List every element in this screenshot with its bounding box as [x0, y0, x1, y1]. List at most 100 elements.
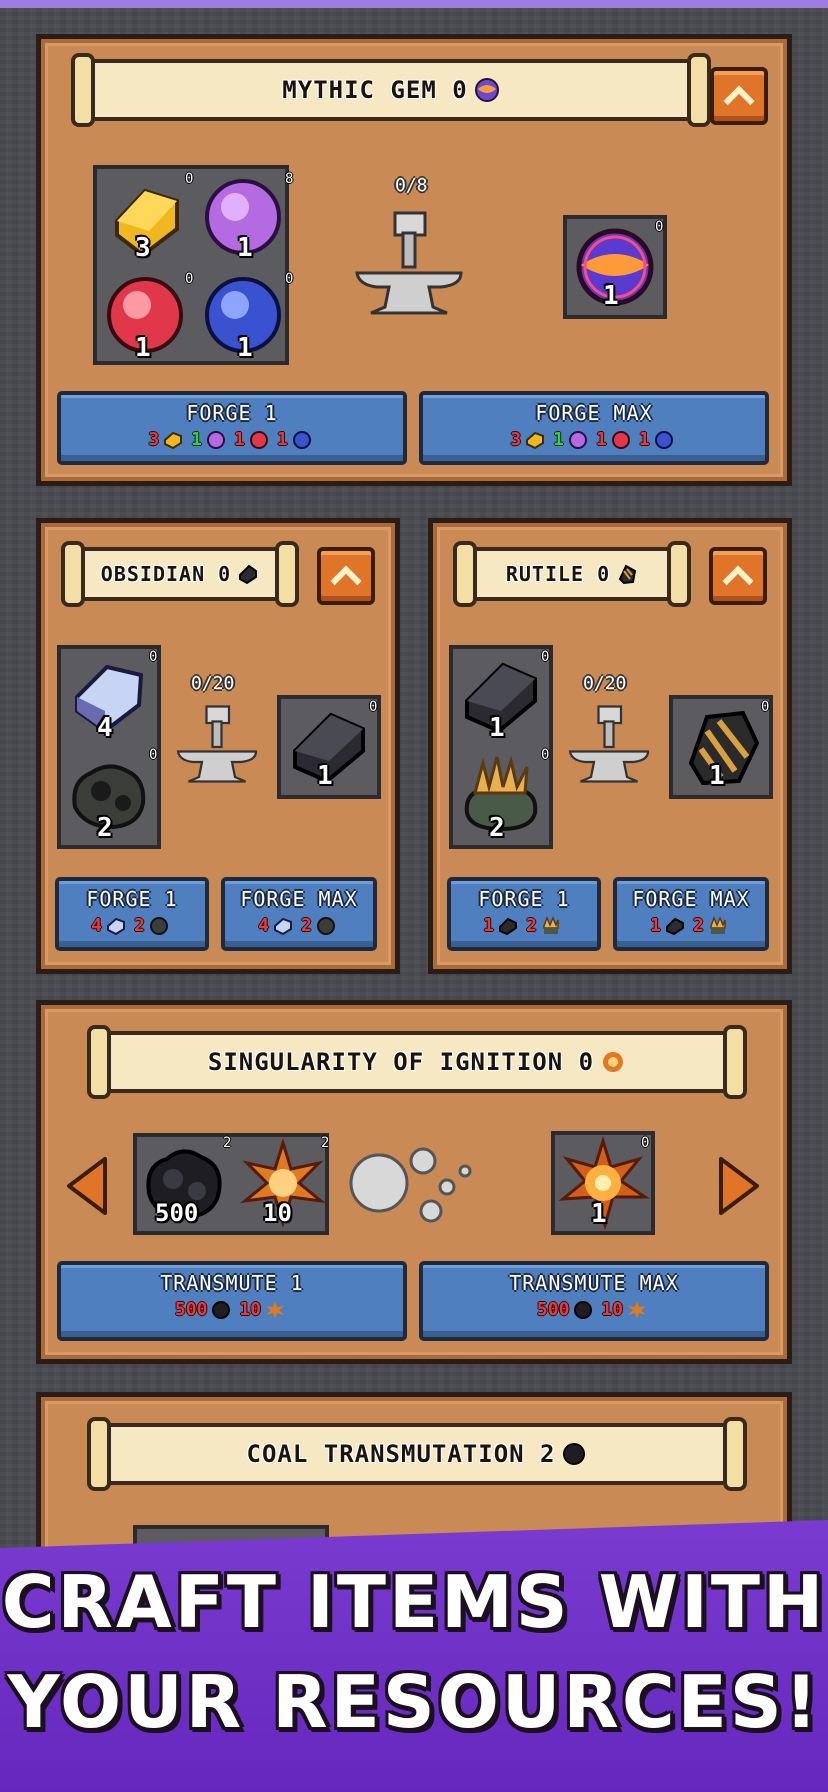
coal-ore-icon: [149, 916, 168, 935]
obsidian-icon: [666, 917, 684, 935]
obsidian-count: 0: [541, 649, 550, 665]
forge-1-label: FORGE 1: [478, 887, 570, 911]
cost-iron: 4: [91, 915, 102, 936]
forge-1-label: FORGE 1: [86, 887, 178, 911]
singularity-title: SINGULARITY OF IGNITION 0: [207, 1048, 595, 1076]
obsidian-progress: 0/20: [191, 673, 235, 694]
ember-qty: 10: [263, 1199, 292, 1227]
cost-coal-ore: 2: [134, 915, 145, 936]
obsidian-forge-max-button[interactable]: FORGE MAX 4 2: [221, 877, 377, 951]
previous-arrow-button[interactable]: [63, 1155, 109, 1217]
mythic-gem-icon: [474, 78, 499, 102]
obsidian-icon: [239, 564, 258, 585]
red-orb-icon: [249, 430, 268, 449]
coal-count: 2: [223, 1135, 232, 1151]
mythic-gem-title-scroll: MYTHIC GEM 0: [71, 53, 711, 127]
gold-ingot-icon: [164, 431, 183, 449]
obsidian-collapse-button[interactable]: [317, 547, 375, 605]
ignition-output-qty: 1: [591, 1199, 607, 1229]
transmute-max-label: TRANSMUTE MAX: [509, 1271, 679, 1295]
coal-title-scroll: COAL TRANSMUTATION 2: [87, 1417, 747, 1491]
next-arrow-button[interactable]: [717, 1155, 763, 1217]
transmute-1-label: TRANSMUTE 1: [160, 1271, 304, 1295]
coal-icon: [563, 1443, 586, 1465]
obsidian-qty: 1: [489, 713, 505, 743]
cost-blue: 1: [638, 429, 650, 450]
rutile-title: RUTILE 0: [505, 562, 611, 586]
rutile-title-scroll: RUTILE 0: [453, 541, 691, 607]
blue-orb-count: 0: [285, 271, 294, 287]
forge-1-cost: 1 2: [451, 915, 597, 936]
chevron-up-icon: [330, 565, 362, 597]
mythic-gem-panel: MYTHIC GEM 0 0 3 8 1 0 1 0 1 0/8 0 1 FOR…: [36, 34, 792, 486]
obsidian-panel: OBSIDIAN 0 0 4 0 2 0/20 0 1 FORGE 1 4 2 …: [36, 518, 400, 974]
chevron-up-icon: [723, 85, 755, 117]
mythic-forge-max-button[interactable]: FORGE MAX 3 1 1 1: [419, 391, 769, 465]
transmute-1-button[interactable]: TRANSMUTE 1 500 10: [57, 1261, 407, 1341]
chevron-up-icon: [722, 565, 754, 597]
red-orb-icon: [611, 430, 630, 449]
cost-red: 1: [596, 429, 607, 450]
cost-coal: 500: [536, 1299, 570, 1320]
cost-obsidian: 1: [483, 915, 494, 936]
iron-ingot-icon: [274, 917, 292, 935]
cost-obsidian: 1: [650, 915, 661, 936]
rutile-panel: RUTILE 0 0 1 0 2 0/20 0 1 FORGE 1 1 2 FO…: [428, 518, 792, 974]
transmute-max-button[interactable]: TRANSMUTE MAX 500 10: [419, 1261, 769, 1341]
blue-orb-icon: [292, 430, 311, 449]
mythic-collapse-button[interactable]: [710, 67, 768, 125]
coal-qty: 500: [155, 1199, 199, 1227]
coal-icon: [574, 1300, 593, 1319]
banner-line-1: CRAFT ITEMS WITH: [1, 1560, 827, 1644]
forge-max-cost: 4 2: [225, 915, 373, 936]
purple-orb-icon: [207, 430, 225, 449]
mythic-forge-1-button[interactable]: FORGE 1 3 1 1 1: [57, 391, 407, 465]
ignition-icon: [603, 1052, 624, 1072]
gold-ore-qty: 2: [489, 813, 505, 843]
gold-ingot-count: 0: [185, 171, 194, 187]
rutile-icon: [618, 564, 637, 585]
obsidian-output-qty: 1: [317, 761, 333, 791]
cost-ember: 10: [239, 1299, 262, 1320]
ember-count: 2: [321, 1135, 330, 1151]
cost-ember: 10: [601, 1299, 624, 1320]
rutile-collapse-button[interactable]: [709, 547, 767, 605]
purple-orb-count: 8: [285, 171, 294, 187]
cost-gold-ore: 2: [693, 915, 704, 936]
purple-orb-qty: 1: [237, 233, 253, 263]
anvil-icon: [568, 705, 650, 783]
rutile-progress: 0/20: [583, 673, 627, 694]
gold-ingot-icon: [526, 431, 545, 449]
gold-ingot-qty: 3: [135, 233, 151, 263]
cost-coal: 500: [174, 1299, 208, 1320]
rutile-forge-1-button[interactable]: FORGE 1 1 2: [447, 877, 601, 951]
iron-ingot-qty: 4: [97, 713, 113, 743]
gold-ore-count: 0: [541, 747, 550, 763]
singularity-title-scroll: SINGULARITY OF IGNITION 0: [87, 1025, 747, 1099]
obsidian-title-scroll: OBSIDIAN 0: [61, 541, 299, 607]
cost-gold: 3: [510, 429, 522, 450]
transmute-max-cost: 500 10: [423, 1299, 765, 1320]
forge-max-label: FORGE MAX: [535, 401, 653, 425]
coal-title: COAL TRANSMUTATION 2: [246, 1440, 556, 1468]
gold-ore-icon: [710, 915, 726, 934]
cost-blue: 1: [276, 429, 288, 450]
banner-line-2: YOUR RESOURCES!: [7, 1660, 821, 1744]
promo-banner: CRAFT ITEMS WITH YOUR RESOURCES!: [0, 1520, 828, 1792]
top-edge: [0, 0, 828, 8]
rutile-output-qty: 1: [709, 761, 725, 791]
cost-red: 1: [234, 429, 245, 450]
obsidian-forge-1-button[interactable]: FORGE 1 4 2: [55, 877, 209, 951]
iron-ingot-count: 0: [149, 649, 158, 665]
iron-ingot-icon: [107, 917, 125, 935]
cost-purple: 1: [191, 429, 202, 450]
singularity-panel: SINGULARITY OF IGNITION 0 2 500 2 10 0 1…: [36, 1000, 792, 1364]
cost-purple: 1: [553, 429, 564, 450]
coal-ore-icon: [316, 916, 335, 935]
cost-gold: 3: [148, 429, 160, 450]
rutile-forge-max-button[interactable]: FORGE MAX 1 2: [613, 877, 769, 951]
forge-max-label: FORGE MAX: [240, 887, 358, 911]
ember-icon: [266, 1300, 285, 1319]
anvil-icon: [355, 211, 463, 315]
mythic-output-count: 0: [655, 219, 664, 235]
